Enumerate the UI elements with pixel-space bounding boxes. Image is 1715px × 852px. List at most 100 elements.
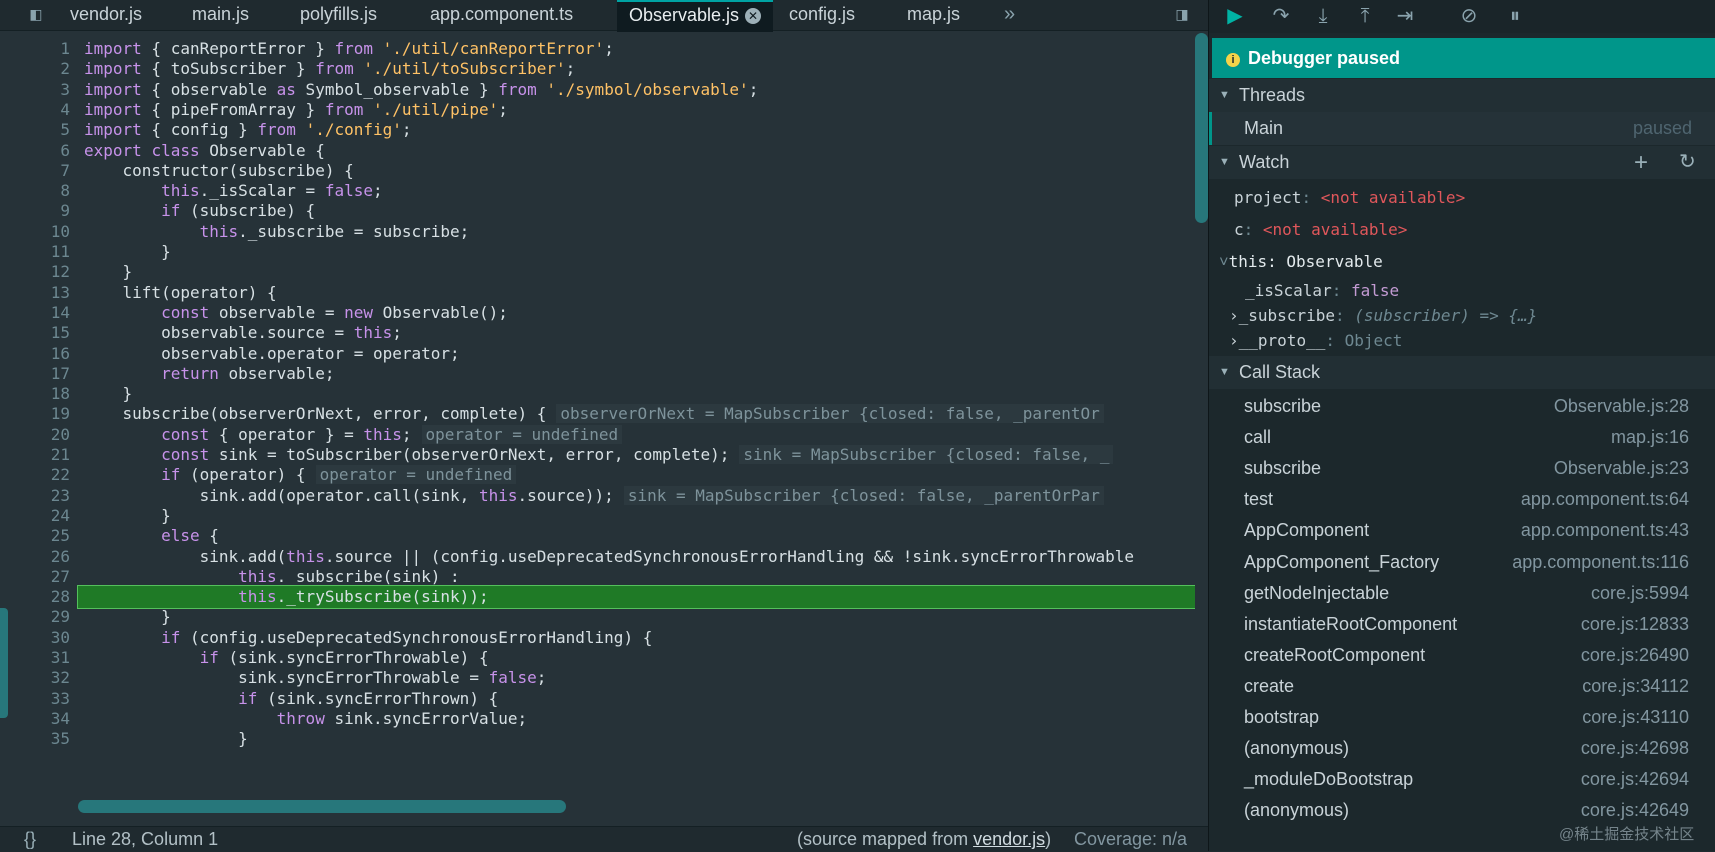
code-line[interactable]: 15 observable.source = this;: [0, 322, 1195, 344]
pretty-print-braces-icon[interactable]: {}: [24, 827, 36, 852]
code-line[interactable]: 4 import { pipeFromArray } from './util/p…: [0, 99, 1195, 121]
code-line[interactable]: 7 constructor(subscribe) {: [0, 160, 1195, 182]
tab-config-js[interactable]: config.js: [789, 0, 855, 30]
line-number[interactable]: 11: [0, 241, 70, 263]
watch-item[interactable]: project: <not available>: [1234, 186, 1465, 210]
call-stack-frame[interactable]: bootstrap core.js:43110: [1209, 701, 1715, 734]
code-line[interactable]: 20 const { operator } = this; operator = …: [0, 424, 1195, 446]
call-stack-frame[interactable]: createRootComponent core.js:26490: [1209, 639, 1715, 672]
call-stack-frame[interactable]: call map.js:16: [1209, 421, 1715, 454]
code-line[interactable]: 6 export class Observable {: [0, 140, 1195, 162]
step-over-icon[interactable]: ↷: [1267, 2, 1295, 30]
call-stack-frame[interactable]: create core.js:34112: [1209, 670, 1715, 703]
call-stack-header[interactable]: ▼ Call Stack: [1209, 356, 1715, 389]
line-number[interactable]: 23: [0, 485, 70, 507]
line-number[interactable]: 29: [0, 606, 70, 628]
line-number[interactable]: 35: [0, 728, 70, 750]
code-line[interactable]: 24 }: [0, 505, 1195, 527]
code-line[interactable]: 14 const observable = new Observable();: [0, 302, 1195, 324]
code-line[interactable]: 11 }: [0, 241, 1195, 263]
code-line[interactable]: 25 else {: [0, 525, 1195, 547]
line-number[interactable]: 22: [0, 464, 70, 486]
thread-item-main[interactable]: Main paused: [1209, 112, 1715, 145]
step-into-icon[interactable]: ⤓: [1309, 2, 1337, 30]
line-number[interactable]: 12: [0, 261, 70, 283]
tab-polyfills-js[interactable]: polyfills.js: [300, 0, 377, 30]
code-line[interactable]: 8 this._isScalar = false;: [0, 180, 1195, 202]
tab-app-component-ts[interactable]: app.component.ts: [430, 0, 573, 30]
pause-on-exceptions-icon[interactable]: ⏸: [1501, 2, 1529, 30]
line-number[interactable]: 7: [0, 160, 70, 182]
line-number[interactable]: 17: [0, 363, 70, 385]
code-line[interactable]: 13 lift(operator) {: [0, 282, 1195, 304]
code-line[interactable]: 23 sink.add(operator.call(sink, this.sou…: [0, 485, 1195, 507]
call-stack-frame[interactable]: subscribe Observable.js:28: [1209, 390, 1715, 423]
code-line[interactable]: 34 throw sink.syncErrorValue;: [0, 708, 1195, 730]
chevron-double-right-icon[interactable]: »: [1004, 0, 1015, 30]
vertical-scrollbar[interactable]: [1195, 33, 1208, 223]
code-line[interactable]: 21 const sink = toSubscriber(observerOrN…: [0, 444, 1195, 466]
deactivate-breakpoints-icon[interactable]: ⊘: [1455, 2, 1483, 30]
resume-icon[interactable]: ▶: [1221, 2, 1249, 30]
line-number[interactable]: 30: [0, 627, 70, 649]
code-view[interactable]: 1 import { canReportError } from './util/…: [0, 38, 1195, 808]
tab-vendor-js[interactable]: vendor.js: [70, 0, 142, 30]
line-number[interactable]: 15: [0, 322, 70, 344]
line-number[interactable]: 2: [0, 58, 70, 80]
tab-main-js[interactable]: main.js: [192, 0, 249, 30]
toggle-secondary-pane-icon[interactable]: ◨: [1172, 5, 1192, 25]
step-icon[interactable]: ⇥: [1391, 2, 1419, 30]
line-number[interactable]: 25: [0, 525, 70, 547]
code-line[interactable]: 9 if (subscribe) {: [0, 200, 1195, 222]
line-number[interactable]: 26: [0, 546, 70, 568]
code-line[interactable]: 27 this._subscribe(sink) :: [0, 566, 1195, 588]
code-line[interactable]: 3 import { observable as Symbol_observabl…: [0, 79, 1195, 101]
code-line[interactable]: 30 if (config.useDeprecatedSynchronousEr…: [0, 627, 1195, 649]
watch-this-object[interactable]: ˅this: Observable: [1219, 250, 1383, 274]
call-stack-frame[interactable]: subscribe Observable.js:23: [1209, 452, 1715, 485]
line-number[interactable]: 4: [0, 99, 70, 121]
line-number[interactable]: 1: [0, 38, 70, 60]
watch-prop[interactable]: ›_subscribe: (subscriber) => {…}: [1229, 304, 1537, 328]
add-watch-icon[interactable]: +: [1634, 146, 1648, 179]
code-line[interactable]: 17 return observable;: [0, 363, 1195, 385]
watch-item[interactable]: c: <not available>: [1234, 218, 1407, 242]
code-line[interactable]: 2 import { toSubscriber } from './util/to…: [0, 58, 1195, 80]
code-line[interactable]: 33 if (sink.syncErrorThrown) {: [0, 688, 1195, 710]
code-line[interactable]: 35 }: [0, 728, 1195, 750]
code-line[interactable]: 12 }: [0, 261, 1195, 283]
line-number[interactable]: 3: [0, 79, 70, 101]
paused-code-line[interactable]: 28 this._trySubscribe(sink));: [51, 585, 1195, 610]
code-line[interactable]: 26 sink.add(this.source || (config.useDe…: [0, 546, 1195, 568]
line-number[interactable]: 18: [0, 383, 70, 405]
code-line[interactable]: 31 if (sink.syncErrorThrowable) {: [0, 647, 1195, 669]
source-mapped-link[interactable]: vendor.js: [973, 829, 1045, 849]
line-number[interactable]: 16: [0, 343, 70, 365]
tab-observable-js[interactable]: Observable.js ✕: [617, 0, 774, 32]
line-number[interactable]: 34: [0, 708, 70, 730]
code-line[interactable]: 5 import { config } from './config';: [0, 119, 1195, 141]
line-number[interactable]: 10: [0, 221, 70, 243]
call-stack-frame[interactable]: test app.component.ts:64: [1209, 483, 1715, 516]
code-line[interactable]: 19 subscribe(observerOrNext, error, comp…: [0, 403, 1195, 425]
line-number[interactable]: 27: [0, 566, 70, 588]
line-number[interactable]: 21: [0, 444, 70, 466]
code-line[interactable]: 22 if (operator) {operator = undefined: [0, 464, 1195, 486]
call-stack-frame[interactable]: AppComponent_Factory app.component.ts:116: [1209, 546, 1715, 579]
close-icon[interactable]: ✕: [745, 8, 762, 24]
call-stack-frame[interactable]: getNodeInjectable core.js:5994: [1209, 577, 1715, 610]
toggle-sidebar-icon[interactable]: ◧: [26, 5, 46, 25]
call-stack-frame[interactable]: (anonymous) core.js:42698: [1209, 732, 1715, 765]
line-number[interactable]: 8: [0, 180, 70, 202]
watch-header[interactable]: ▼ Watch + ↻: [1209, 146, 1715, 179]
tab-map-js[interactable]: map.js: [907, 0, 960, 30]
horizontal-scrollbar[interactable]: [78, 800, 566, 813]
line-number[interactable]: 13: [0, 282, 70, 304]
line-number[interactable]: 9: [0, 200, 70, 222]
line-number[interactable]: 6: [0, 140, 70, 162]
step-out-icon[interactable]: ⤒: [1351, 2, 1379, 30]
line-number[interactable]: 19: [0, 403, 70, 425]
threads-header[interactable]: ▼ Threads: [1209, 79, 1715, 112]
code-line[interactable]: 32 sink.syncErrorThrowable = false;: [0, 667, 1195, 689]
call-stack-frame[interactable]: AppComponent app.component.ts:43: [1209, 514, 1715, 547]
